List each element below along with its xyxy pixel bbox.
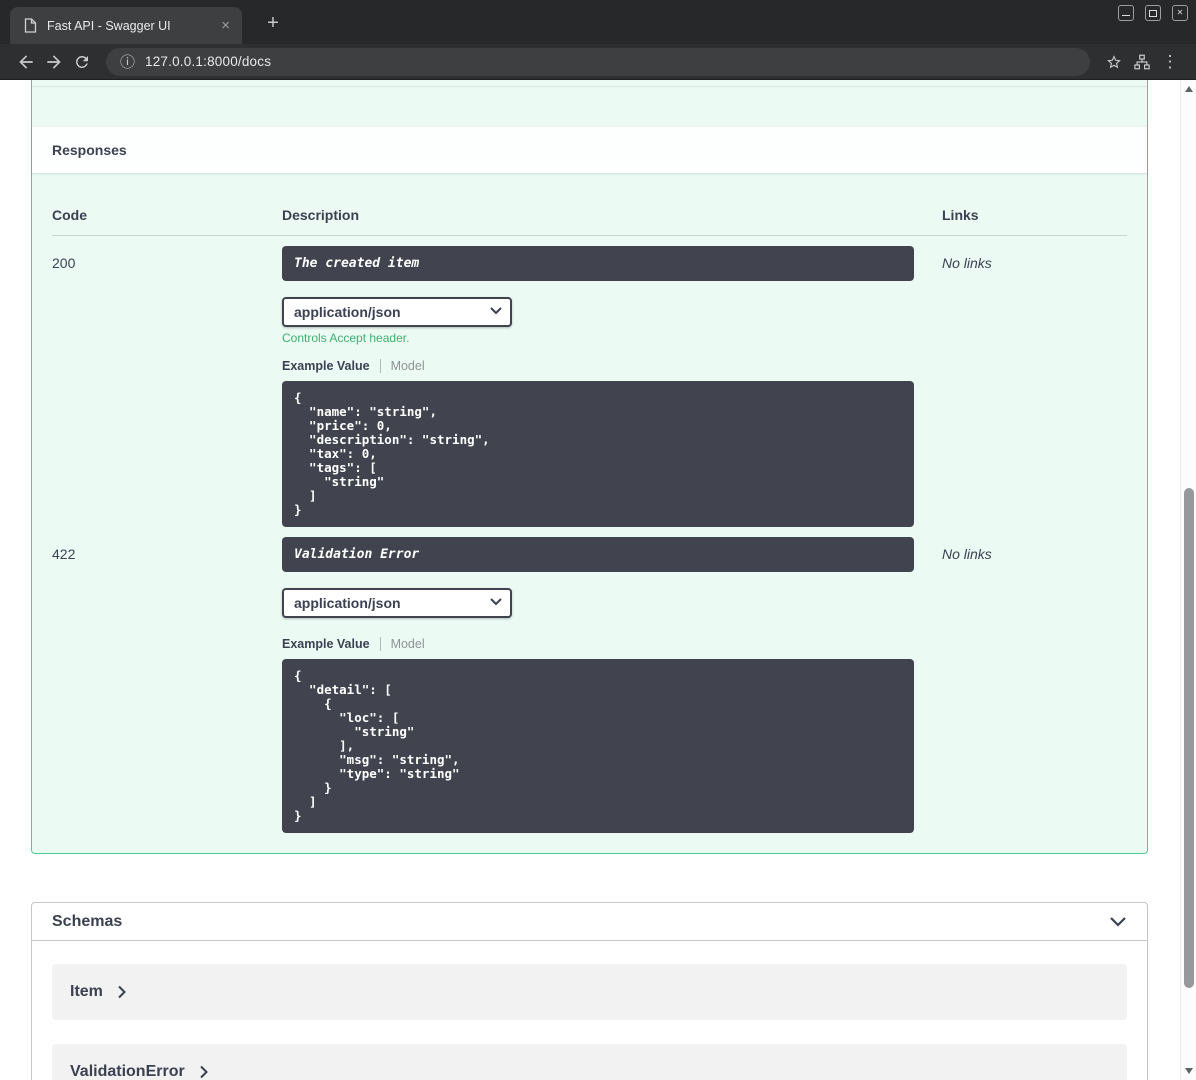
back-button[interactable] <box>12 48 40 76</box>
forward-button[interactable] <box>40 48 68 76</box>
response-links: No links <box>942 546 992 562</box>
reload-button[interactable] <box>68 48 96 76</box>
close-icon: ✕ <box>1176 8 1184 17</box>
minimize-icon <box>1122 15 1130 16</box>
tab-title: Fast API - Swagger UI <box>47 18 171 33</box>
media-type-select[interactable]: application/json <box>282 588 512 618</box>
response-description: Validation Error <box>282 537 914 572</box>
browser-toolbar: ⓘ 127.0.0.1:8000/docs ⋮ <box>0 44 1196 80</box>
response-links: No links <box>942 255 992 271</box>
tab-model[interactable]: Model <box>391 359 425 373</box>
model-name: ValidationError <box>70 1063 185 1080</box>
col-header-links: Links <box>942 207 979 223</box>
example-json-422: { "detail": [ { "loc": [ "string" ], "ms… <box>282 659 914 833</box>
address-bar[interactable]: ⓘ 127.0.0.1:8000/docs <box>106 47 1090 76</box>
media-type-control: application/json <box>282 588 512 618</box>
url-text[interactable]: 127.0.0.1:8000/docs <box>145 54 271 69</box>
tab-example-value[interactable]: Example Value <box>282 637 370 651</box>
schemas-title: Schemas <box>52 912 123 930</box>
page-favicon-icon <box>24 18 37 33</box>
window-maximize-button[interactable] <box>1145 5 1161 21</box>
response-code: 200 <box>52 255 76 271</box>
response-row-422: 422 Validation Error application/json Ex… <box>52 527 1127 833</box>
browser-menu-button[interactable]: ⋮ <box>1156 48 1184 76</box>
tab-model[interactable]: Model <box>391 637 425 651</box>
response-row-200: 200 The created item application/json Co… <box>52 236 1127 527</box>
extension-sitemap-button[interactable] <box>1128 48 1156 76</box>
scroll-up-arrow-icon[interactable] <box>1185 86 1193 92</box>
star-icon <box>1107 54 1121 68</box>
tab-close-icon[interactable]: × <box>217 16 234 35</box>
responses-body: Code Description Links 200 The created i… <box>32 173 1147 853</box>
example-model-tabs: Example Value Model <box>282 637 942 651</box>
chevron-right-icon <box>118 985 126 999</box>
responses-table-header: Code Description Links <box>52 193 1127 236</box>
tab-separator <box>379 637 381 651</box>
kebab-menu-icon: ⋮ <box>1161 51 1179 71</box>
swagger-page: Responses Code Description Links 200 The… <box>0 80 1180 1080</box>
media-type-select[interactable]: application/json <box>282 297 512 327</box>
accept-header-note: Controls Accept header. <box>282 331 410 345</box>
responses-section-header[interactable]: Responses <box>32 126 1147 173</box>
responses-title: Responses <box>52 142 127 158</box>
tab-example-value[interactable]: Example Value <box>282 359 370 373</box>
browser-tab[interactable]: Fast API - Swagger UI × <box>10 7 242 44</box>
sitemap-icon <box>1134 54 1150 69</box>
site-info-icon[interactable]: ⓘ <box>120 51 135 72</box>
example-model-tabs: Example Value Model <box>282 359 942 373</box>
page-scrollbar[interactable] <box>1180 80 1196 1080</box>
back-arrow-icon <box>19 54 33 69</box>
forward-arrow-icon <box>47 54 61 69</box>
bookmark-star-button[interactable] <box>1100 48 1128 76</box>
reload-icon <box>75 55 88 68</box>
post-opblock: Responses Code Description Links 200 The… <box>31 80 1148 854</box>
response-code: 422 <box>52 546 76 562</box>
schemas-body: Item ValidationError <box>32 941 1147 1080</box>
model-row-validationerror[interactable]: ValidationError <box>52 1044 1127 1080</box>
media-type-control: application/json <box>282 297 512 327</box>
tab-strip: Fast API - Swagger UI × + ✕ <box>0 0 1196 44</box>
scroll-down-arrow-icon[interactable] <box>1185 1068 1193 1074</box>
chevron-right-icon <box>199 1065 208 1079</box>
col-header-code: Code <box>52 207 87 223</box>
model-row-item[interactable]: Item <box>52 964 1127 1020</box>
tab-separator <box>379 359 381 373</box>
scrollbar-thumb[interactable] <box>1184 488 1194 988</box>
schemas-header[interactable]: Schemas <box>32 903 1147 941</box>
opblock-spacer <box>32 80 1147 126</box>
maximize-icon <box>1149 9 1157 17</box>
chevron-down-icon[interactable] <box>1109 916 1127 928</box>
window-controls: ✕ <box>1118 5 1188 21</box>
window-minimize-button[interactable] <box>1118 5 1134 21</box>
schemas-section: Schemas Item ValidationError <box>31 902 1148 1080</box>
response-description: The created item <box>282 246 914 281</box>
example-json-200: { "name": "string", "price": 0, "descrip… <box>282 381 914 527</box>
window-close-button[interactable]: ✕ <box>1172 5 1188 21</box>
model-name: Item <box>70 983 103 1000</box>
new-tab-button[interactable]: + <box>260 10 286 36</box>
col-header-description: Description <box>282 207 360 223</box>
